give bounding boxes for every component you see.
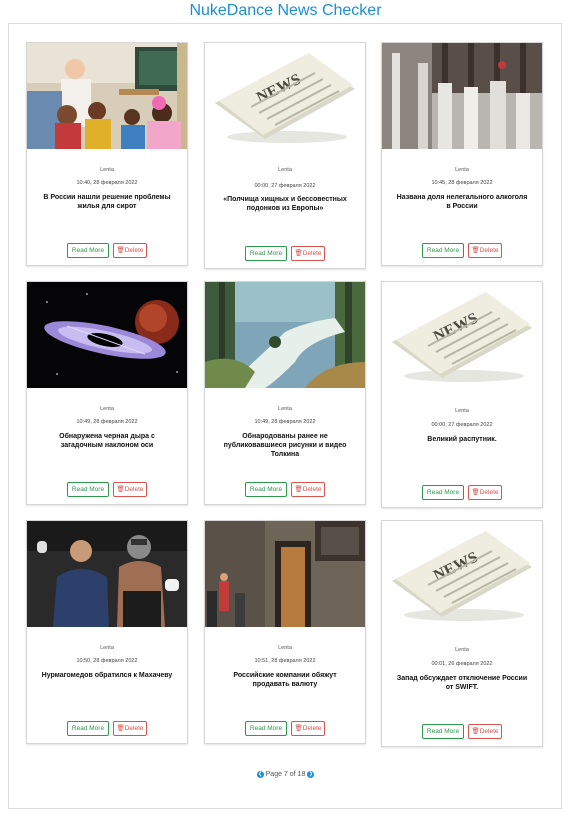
news-headline: Российские компании обяжут продавать вал… <box>233 672 337 688</box>
trash-icon: 🗑 <box>471 728 480 735</box>
news-source: Lenta <box>278 167 292 173</box>
news-source: Lenta <box>100 406 114 412</box>
newspaper-placeholder-image: NEWS <box>205 43 365 149</box>
news-card: Lenta 10:51, 28 февраля 2022 Российские … <box>204 520 366 744</box>
delete-label: Delete <box>479 247 499 254</box>
news-headline: Нурмагомедов обратился к Махачеву <box>41 672 173 679</box>
read-more-button[interactable]: Read More <box>67 721 109 736</box>
news-date: 10:51, 28 февраля 2022 <box>254 658 316 664</box>
newspaper-placeholder-image: NEWS <box>382 282 542 388</box>
page-title: NukeDance News Checker <box>189 2 382 19</box>
news-card: Lenta 10:49, 28 февраля 2022 Обнаружена … <box>26 281 188 505</box>
delete-label: Delete <box>302 486 322 493</box>
news-card: Lenta 10:50, 28 февраля 2022 Нурмагомедо… <box>26 520 188 744</box>
news-source: Lenta <box>455 647 469 653</box>
news-headline: Великий распутник. <box>427 436 497 443</box>
delete-label: Delete <box>479 489 499 496</box>
trash-icon: 🗑 <box>116 725 125 732</box>
delete-button[interactable]: 🗑Delete <box>468 485 502 500</box>
news-headline: «Полчища хищных и бессовестных подонков … <box>223 196 347 212</box>
delete-label: Delete <box>302 250 322 257</box>
read-more-button[interactable]: Read More <box>245 482 287 497</box>
news-source: Lenta <box>100 167 114 173</box>
news-source: Lenta <box>100 645 114 651</box>
news-date: 10:49, 28 февраля 2022 <box>76 419 138 425</box>
delete-label: Delete <box>124 725 144 732</box>
news-source: Lenta <box>278 406 292 412</box>
news-source: Lenta <box>455 167 469 173</box>
news-card: Lenta 10:49, 28 февраля 2022 Обнародован… <box>204 281 366 505</box>
tolkien-painting <box>205 282 365 388</box>
trash-icon: 🗑 <box>294 725 303 732</box>
news-headline: В России нашли решение проблемы жилья дл… <box>43 194 171 210</box>
chevron-left-icon[interactable]: ❮ <box>256 770 264 778</box>
bottles-photo <box>382 43 542 149</box>
news-source: Lenta <box>278 645 292 651</box>
news-headline: Обнародованы ранее не публиковавшиеся ри… <box>223 433 347 458</box>
delete-label: Delete <box>302 725 322 732</box>
news-date: 00:01, 26 февраля 2022 <box>431 661 493 667</box>
news-headline: Обнаружена черная дыра с загадочным накл… <box>59 433 155 449</box>
news-source: Lenta <box>455 408 469 414</box>
pagination: ❮ Page 7 of 18 ❯ <box>0 770 571 780</box>
read-more-button[interactable]: Read More <box>67 243 109 258</box>
delete-label: Delete <box>479 728 499 735</box>
read-more-button[interactable]: Read More <box>67 482 109 497</box>
news-card: Lenta 10:45, 28 февраля 2022 Названа дол… <box>381 42 543 266</box>
news-date: 10:45, 28 февраля 2022 <box>431 180 493 186</box>
children-classroom-photo <box>27 43 187 149</box>
trash-icon: 🗑 <box>471 489 480 496</box>
news-date: 10:49, 28 февраля 2022 <box>254 419 316 425</box>
trash-icon: 🗑 <box>116 486 125 493</box>
delete-button[interactable]: 🗑Delete <box>113 721 147 736</box>
news-headline: Запад обсуждает отключение России от SWI… <box>396 675 528 691</box>
read-more-button[interactable]: Read More <box>422 243 464 258</box>
page-indicator: Page 7 of 18 <box>265 771 306 778</box>
news-card: NEWS Lenta 00:00, 27 февраля 2022 Велики… <box>381 281 543 508</box>
news-date: 00:00, 27 февраля 2022 <box>431 422 493 428</box>
delete-label: Delete <box>124 247 144 254</box>
trash-icon: 🗑 <box>471 247 480 254</box>
read-more-button[interactable]: Read More <box>422 485 464 500</box>
delete-button[interactable]: 🗑Delete <box>113 482 147 497</box>
read-more-button[interactable]: Read More <box>422 724 464 739</box>
news-date: 10:50, 28 февраля 2022 <box>76 658 138 664</box>
newspaper-placeholder-image: NEWS <box>382 521 542 627</box>
delete-button[interactable]: 🗑Delete <box>291 721 325 736</box>
delete-button[interactable]: 🗑Delete <box>468 724 502 739</box>
delete-button[interactable]: 🗑Delete <box>113 243 147 258</box>
read-more-button[interactable]: Read More <box>245 721 287 736</box>
delete-button[interactable]: 🗑Delete <box>291 246 325 261</box>
delete-label: Delete <box>124 486 144 493</box>
news-date: 10:40, 28 февраля 2022 <box>76 180 138 186</box>
news-date: 00:00, 27 февраля 2022 <box>254 183 316 189</box>
delete-button[interactable]: 🗑Delete <box>468 243 502 258</box>
trash-icon: 🗑 <box>294 250 303 257</box>
central-bank-building-photo <box>205 521 365 627</box>
black-hole-illustration <box>27 282 187 388</box>
news-card: Lenta 10:40, 28 февраля 2022 В России на… <box>26 42 188 266</box>
fighters-photo <box>27 521 187 627</box>
news-headline: Названа доля нелегального алкоголя в Рос… <box>396 194 528 210</box>
delete-button[interactable]: 🗑Delete <box>291 482 325 497</box>
read-more-button[interactable]: Read More <box>245 246 287 261</box>
trash-icon: 🗑 <box>116 247 125 254</box>
trash-icon: 🗑 <box>294 486 303 493</box>
news-card: NEWS Lenta 00:00, 27 февраля 2022 «Полчи… <box>204 42 366 269</box>
news-card: NEWS Lenta 00:01, 26 февраля 2022 Запад … <box>381 520 543 747</box>
chevron-right-icon[interactable]: ❯ <box>307 770 315 778</box>
